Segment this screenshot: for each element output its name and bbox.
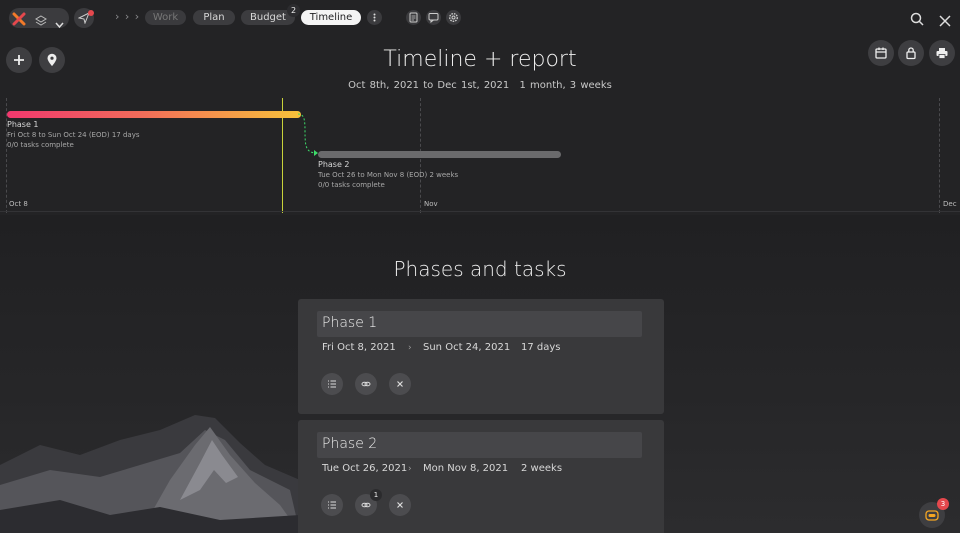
tab-budget-badge: 2 — [287, 4, 300, 17]
task-list-button[interactable] — [321, 373, 343, 395]
month-label: Oct 8 — [9, 200, 28, 208]
phase-card: Phase 1 Fri Oct 8, 2021 › Sun Oct 24, 20… — [298, 299, 664, 414]
close-icon[interactable] — [939, 12, 951, 31]
phase-end-date[interactable]: Mon Nov 8, 2021 — [423, 463, 508, 474]
task-list-button[interactable] — [321, 494, 343, 516]
delete-phase-button[interactable] — [389, 373, 411, 395]
notification-dot — [88, 10, 94, 16]
date-range-text: Oct 8th, 2021 to Dec 1st, 2021 — [348, 80, 510, 91]
tab-work[interactable]: Work — [145, 10, 186, 25]
breadcrumb: › › › — [115, 10, 141, 23]
phase-1-range: Fri Oct 8 to Sun Oct 24 (EOD) 17 days — [7, 131, 140, 139]
month-label: Dec — [943, 200, 957, 208]
phase-start-date[interactable]: Fri Oct 8, 2021 — [322, 342, 396, 353]
more-options-button[interactable] — [367, 10, 382, 25]
app-menu[interactable] — [9, 8, 69, 31]
link-button[interactable] — [355, 373, 377, 395]
phase-2-tasks: 0/0 tasks complete — [318, 181, 385, 189]
phase-name-field[interactable]: Phase 1 — [317, 311, 642, 337]
phase-2-range: Tue Oct 26 to Mon Nov 8 (EOD) 2 weeks — [318, 171, 459, 179]
phase-end-date[interactable]: Sun Oct 24, 2021 — [423, 342, 510, 353]
link-icon — [361, 381, 371, 387]
notifications-button[interactable] — [74, 8, 94, 28]
page-title: Timeline + report — [383, 47, 577, 72]
close-icon — [397, 502, 403, 508]
more-vertical-icon — [373, 13, 376, 22]
list-icon — [328, 501, 336, 509]
phase-name-field[interactable]: Phase 2 — [317, 432, 642, 458]
phase-2-bar[interactable] — [318, 151, 561, 158]
gear-icon — [449, 13, 458, 22]
phase-card: Phase 2 Tue Oct 26, 2021 › Mon Nov 8, 20… — [298, 420, 664, 533]
phase-name: Phase 2 — [322, 436, 378, 452]
phase-1-tasks: 0/0 tasks complete — [7, 141, 74, 149]
assistant-badge: 3 — [937, 498, 949, 510]
phase-duration: 2 weeks — [521, 463, 563, 474]
phase-1-label: Phase 1 — [7, 120, 39, 129]
link-icon — [361, 502, 371, 508]
notes-button[interactable] — [406, 10, 421, 25]
phase-1-bar[interactable] — [7, 111, 301, 118]
settings-button[interactable] — [446, 10, 461, 25]
month-label: Nov — [424, 200, 438, 208]
close-icon — [397, 381, 403, 387]
link-count-badge: 1 — [370, 489, 382, 501]
chat-icon — [428, 13, 439, 23]
timeline-gridline — [939, 98, 940, 213]
chevron-down-icon — [55, 14, 64, 33]
delete-phase-button[interactable] — [389, 494, 411, 516]
document-icon — [409, 12, 418, 23]
robot-icon — [925, 510, 939, 521]
tab-plan[interactable]: Plan — [193, 10, 235, 25]
phase-start-date[interactable]: Tue Oct 26, 2021 — [322, 463, 407, 474]
app-logo-icon — [12, 11, 26, 30]
tab-timeline[interactable]: Timeline — [301, 10, 361, 25]
chat-button[interactable] — [426, 10, 441, 25]
date-range: Oct 8th, 2021 to Dec 1st, 2021 1 month, … — [0, 80, 960, 91]
timeline-chart: Phase 1 Fri Oct 8 to Sun Oct 24 (EOD) 17… — [0, 98, 960, 213]
phase-duration: 17 days — [521, 342, 561, 353]
duration-text: 1 month, 3 weeks — [519, 80, 612, 91]
section-title: Phases and tasks — [393, 257, 567, 281]
list-icon — [328, 380, 336, 388]
search-icon[interactable] — [910, 11, 924, 30]
phase-name: Phase 1 — [322, 315, 378, 331]
top-bar: › › › Work Plan Budget 2 Timeline — [0, 0, 960, 36]
layers-icon — [35, 12, 47, 31]
date-arrow: › — [408, 464, 412, 474]
date-arrow: › — [408, 343, 412, 353]
phase-2-label: Phase 2 — [318, 160, 350, 169]
timeline-axis — [0, 211, 960, 212]
